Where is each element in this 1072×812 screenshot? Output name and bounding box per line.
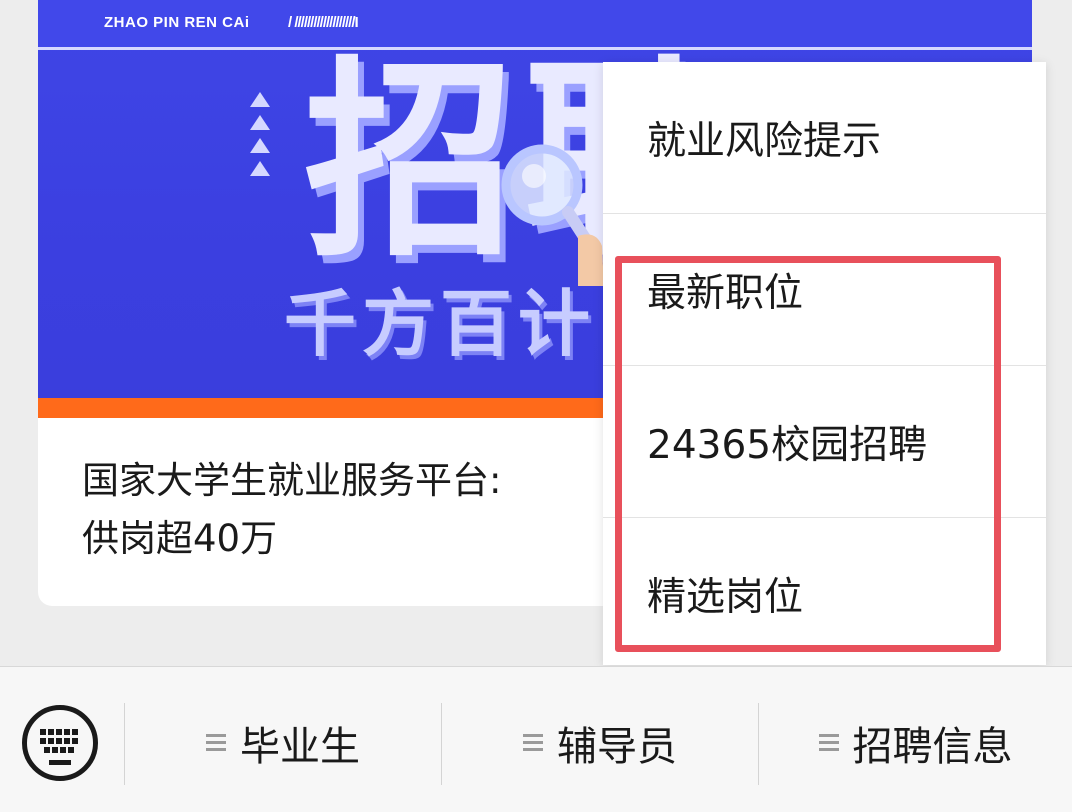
- magnifier-icon: [501, 144, 604, 286]
- banner-slashes: / ///////////////////I: [288, 14, 359, 31]
- keyboard-icon[interactable]: [22, 705, 98, 781]
- tab-label: 辅导员: [557, 724, 677, 770]
- banner-subheadline: 千方百计: [284, 282, 597, 366]
- article-title-line1: 国家大学生就业服务平台:: [82, 459, 502, 502]
- tab-graduates[interactable]: 毕业生: [125, 701, 441, 785]
- menu-item-employment-risk[interactable]: 就业风险提示: [603, 62, 1046, 214]
- menu-icon: [523, 734, 543, 752]
- tab-label: 毕业生: [240, 724, 360, 770]
- menu-icon: [818, 734, 839, 752]
- tab-counselors[interactable]: 辅导员: [442, 701, 758, 785]
- article-title[interactable]: 国家大学生就业服务平台: 供岗超40万: [82, 452, 642, 568]
- bottom-menu-bar: 毕业生 辅导员 招聘信息: [0, 666, 1072, 812]
- tab-recruitment-info[interactable]: 招聘信息: [759, 701, 1072, 785]
- banner-brand-text: ZHAO PIN REN CAi: [104, 14, 250, 31]
- tab-label: 招聘信息: [852, 724, 1013, 770]
- menu-item-label: 就业风险提示: [647, 119, 882, 164]
- article-title-line2: 供岗超40万: [82, 517, 278, 560]
- highlight-box: [615, 256, 1001, 652]
- triangle-decoration-icon: [250, 92, 272, 184]
- menu-icon: [206, 734, 226, 752]
